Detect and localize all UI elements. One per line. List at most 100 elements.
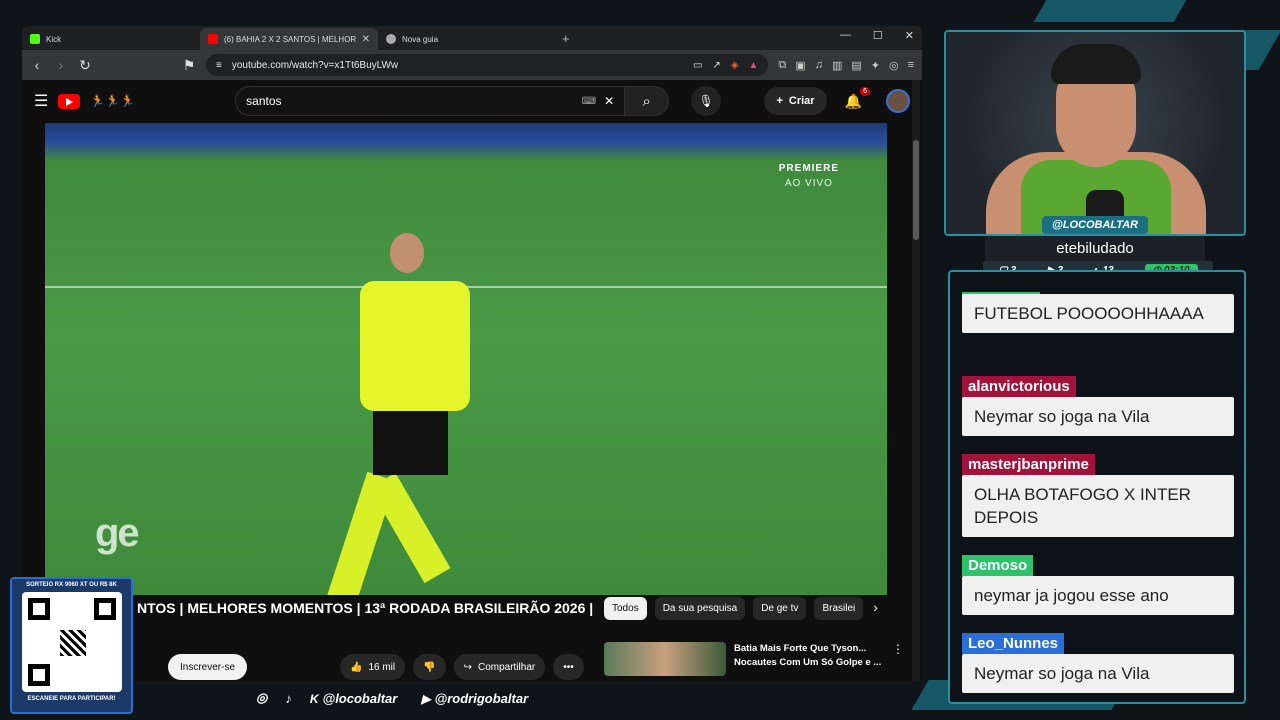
scrollbar-thumb[interactable] (913, 140, 919, 240)
chat-message: Leo_Nunnes Neymar so joga na Vila (962, 633, 1234, 693)
kebab-menu-icon[interactable]: ⋮ (892, 642, 904, 676)
tab-label: Nova guia (402, 34, 439, 44)
bookmark-icon[interactable]: ⚑ (182, 57, 196, 74)
brave-rewards-icon[interactable]: ▲ (749, 60, 759, 71)
chat-message: alanvictorious Neymar so joga na Vila (962, 376, 1234, 436)
window-controls: — ☐ ✕ (840, 29, 914, 42)
reload-icon[interactable]: ↻ (78, 57, 92, 74)
address-bar: ‹ › ↻ ⚑ ≡ youtube.com/watch?v=x1Tt6BuyLW… (22, 50, 922, 80)
recommended-thumbnail[interactable] (604, 642, 726, 676)
url-text: youtube.com/watch?v=x1Tt6BuyLWw (231, 59, 399, 71)
kick-icon: K (309, 691, 319, 706)
voice-search-button[interactable]: 🎙 (691, 86, 722, 116)
tab-kick[interactable]: Kick (22, 28, 200, 50)
search-query: santos (246, 94, 282, 108)
brave-shield-icon[interactable]: ◈ (731, 60, 739, 71)
referee-shorts (373, 403, 448, 475)
tab-bar: Kick (6) BAHIA 2 X 2 SANTOS | MELHORE ✕ … (22, 26, 922, 50)
chip-brasileirao[interactable]: Brasilei (814, 597, 864, 620)
tab-label: Kick (46, 34, 62, 44)
chip-from-ge-tv[interactable]: De ge tv (753, 597, 807, 620)
chat-username: Leo_Nunnes (962, 633, 1065, 654)
chip-all[interactable]: Todos (604, 597, 647, 620)
more-actions-button[interactable]: ••• (553, 654, 584, 680)
chip-from-search[interactable]: Da sua pesquisa (654, 597, 746, 620)
ai-icon[interactable]: ✦ (871, 59, 880, 72)
chat-username: masterjbanprime (962, 454, 1095, 475)
chat-text: FUTEBOL POOOOOHHAAAA (962, 294, 1234, 333)
tab-new[interactable]: Nova guia (378, 28, 556, 50)
new-tab-button[interactable]: + (562, 31, 570, 46)
close-window-icon[interactable]: ✕ (905, 29, 914, 42)
minimize-icon[interactable]: — (840, 29, 851, 42)
tab-youtube[interactable]: (6) BAHIA 2 X 2 SANTOS | MELHORE ✕ (200, 28, 378, 50)
chat-text: neymar ja jogou esse ano (962, 576, 1234, 615)
menu-icon[interactable]: ≡ (908, 59, 914, 72)
extensions: ⧉ ▣ ♫ ▥ ▤ ✦ ◎ ≡ (778, 59, 914, 72)
page-scrollbar[interactable] (912, 80, 920, 681)
recommended-video[interactable]: Batia Mais Forte Que Tyson... Nocautes C… (604, 642, 904, 676)
qr-marker (27, 598, 50, 620)
keyboard-icon[interactable]: ⌨ (582, 96, 596, 107)
bell-icon: 🔔 (844, 92, 862, 109)
browser-window: Kick (6) BAHIA 2 X 2 SANTOS | MELHORE ✕ … (22, 26, 922, 681)
tab-label: (6) BAHIA 2 X 2 SANTOS | MELHORE (224, 34, 356, 44)
video-player[interactable]: PREMIERE AO VIVO ge (45, 123, 887, 595)
maximize-icon[interactable]: ☐ (873, 29, 883, 42)
cast-icon[interactable]: ▭ (693, 60, 702, 71)
share-icon[interactable]: ↗ (712, 60, 720, 71)
music-icon[interactable]: ♫ (815, 59, 823, 72)
close-tab-icon[interactable]: ✕ (362, 34, 370, 45)
chat-message: Demoso neymar ja jogou esse ano (962, 555, 1234, 615)
site-info-icon[interactable]: ≡ (216, 60, 222, 71)
giveaway-qr: SORTEIO RX 9060 XT OU R$ 8K ESCANEIE PAR… (10, 577, 133, 714)
chevron-right-icon[interactable]: › (871, 597, 880, 620)
hamburger-menu-icon[interactable]: ☰ (34, 91, 48, 111)
qr-pattern (59, 630, 86, 656)
clear-search-icon[interactable]: ✕ (604, 94, 614, 108)
url-field[interactable]: ≡ youtube.com/watch?v=x1Tt6BuyLWw ▭ ↗ ◈ … (206, 54, 769, 76)
subscribe-button[interactable]: Inscrever-se (168, 654, 248, 680)
wallet-icon[interactable]: ▤ (851, 59, 861, 72)
avatar[interactable] (886, 89, 910, 113)
streamer-handle: @LOCOBALTAR (1042, 216, 1149, 234)
qr-marker (93, 598, 116, 620)
youtube-header: ☰ 🏃🏃🏃 santos ⌨ ✕ ⌕ 🎙 + Criar 🔔 6 (22, 80, 922, 122)
like-count: 16 mil (368, 661, 396, 673)
share-label: Compartilhar (477, 661, 536, 673)
brave-favicon-icon (386, 34, 396, 44)
chat-text: Neymar so joga na Vila (962, 397, 1234, 436)
vpn-icon[interactable]: ◎ (889, 59, 899, 72)
chat-text: OLHA BOTAFOGO X INTER DEPOIS (962, 475, 1234, 537)
tiktok-icon: ♪ (285, 690, 292, 706)
more-icon: ••• (563, 661, 574, 673)
search-input[interactable]: santos ⌨ ✕ (235, 86, 626, 116)
kick-favicon-icon (30, 34, 40, 44)
dislike-button[interactable]: 👎 (413, 654, 446, 680)
notifications-button[interactable]: 🔔 6 (844, 86, 870, 110)
create-button[interactable]: + Criar (764, 87, 827, 115)
sidebar-icon[interactable]: ▥ (832, 59, 842, 72)
back-icon[interactable]: ‹ (30, 57, 44, 73)
recommended-title[interactable]: Batia Mais Forte Que Tyson... Nocautes C… (734, 642, 884, 676)
screenshot-icon[interactable]: ▣ (795, 59, 805, 72)
plus-icon: + (776, 95, 783, 107)
referee-figure (324, 233, 470, 595)
like-button[interactable]: 👍 16 mil (340, 654, 406, 680)
mic-icon: 🎙 (698, 94, 714, 108)
extensions-icon[interactable]: ⧉ (778, 59, 786, 72)
chat-text: Neymar so joga na Vila (962, 654, 1234, 693)
premiere-label: PREMIERE (778, 163, 839, 174)
youtube-logo-icon[interactable] (58, 93, 81, 109)
share-button[interactable]: ↪ Compartilhar (453, 654, 546, 680)
chat-panel: FUTEBOL POOOOOHHAAAA alanvictorious Neym… (948, 270, 1246, 704)
chat-username: Demoso (962, 555, 1034, 576)
search-button[interactable]: ⌕ (625, 86, 670, 116)
video-title: NTOS | MELHORES MOMENTOS | 13ª RODADA BR… (137, 600, 594, 616)
video-actions: 👍 16 mil 👎 ↪ Compartilhar ••• (340, 654, 584, 680)
search-icon: ⌕ (642, 92, 651, 110)
forward-icon[interactable]: › (54, 57, 68, 73)
chat-username: alanvictorious (962, 376, 1076, 397)
kick-handle: K @locobaltar (309, 690, 398, 706)
doodle-icon[interactable]: 🏃🏃🏃 (90, 94, 135, 108)
